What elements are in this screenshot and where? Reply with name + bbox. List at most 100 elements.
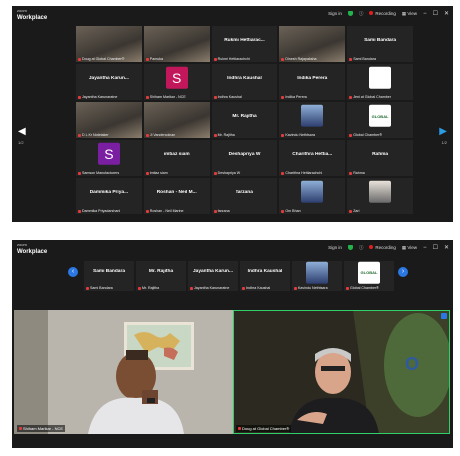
participant-name-label: Kavindu Nethtsara bbox=[281, 133, 315, 137]
view-button[interactable]: ▦ View bbox=[402, 11, 417, 17]
participant-tile[interactable]: Jayantha Karun... Jayantha Karunaratne bbox=[76, 64, 142, 100]
mic-muted-icon bbox=[78, 133, 81, 137]
video-options-icon[interactable] bbox=[441, 313, 447, 319]
view-button[interactable]: ▦ View bbox=[402, 245, 417, 251]
mic-muted-icon bbox=[78, 57, 81, 61]
minimize-button[interactable]: − bbox=[423, 11, 427, 17]
participant-tile[interactable]: Zari bbox=[347, 178, 413, 214]
participant-name-label: Ji Vandercoinan bbox=[145, 133, 175, 137]
next-page-arrow-icon[interactable]: ▶ bbox=[439, 126, 447, 137]
mic-muted-icon bbox=[349, 171, 353, 175]
security-shield-icon[interactable] bbox=[347, 11, 353, 16]
participant-tile[interactable]: GLOBAL Global Chamber® bbox=[344, 261, 394, 291]
participant-tile[interactable]: Om Bhan bbox=[279, 178, 346, 214]
security-shield-icon[interactable] bbox=[347, 245, 353, 250]
zoom-logo: zoom Workplace bbox=[17, 8, 48, 21]
participant-name-label: Charithra Hettiarachchi bbox=[281, 171, 322, 175]
participant-display-name: Jayantha Karun... bbox=[88, 75, 129, 81]
info-icon[interactable]: ⓘ bbox=[359, 245, 364, 251]
participant-tile[interactable]: Doug at Global Chamber® bbox=[76, 26, 142, 62]
participant-tile[interactable]: Indhra Kaushal Indhra Kaushal bbox=[240, 261, 290, 291]
maximize-button[interactable]: ☐ bbox=[433, 10, 438, 17]
participant-tile[interactable]: Mr. Rajitha Mr. Rajitha bbox=[136, 261, 186, 291]
participant-tile[interactable]: Dinesh Rajapaksha bbox=[279, 26, 346, 62]
mic-muted-icon bbox=[281, 133, 285, 137]
minimize-button[interactable]: − bbox=[423, 245, 427, 251]
recording-indicator[interactable]: Recording bbox=[369, 11, 396, 16]
participant-tile[interactable]: Rukmi Hettiarac... Rukmi Hettiarachchi bbox=[211, 26, 278, 62]
mic-muted-icon bbox=[145, 57, 149, 61]
recording-indicator[interactable]: Recording bbox=[369, 245, 396, 250]
sign-in-link[interactable]: Sign in bbox=[328, 245, 342, 250]
strip-previous-icon[interactable]: ‹ bbox=[68, 267, 78, 277]
mic-muted-icon bbox=[294, 286, 297, 290]
participant-tile[interactable]: Sami Bandara Sami Bandara bbox=[347, 26, 413, 62]
participant-tile[interactable]: Charithra Hettia... Charithra Hettiarachc… bbox=[279, 140, 346, 176]
participant-display-name: Rahma bbox=[372, 151, 389, 157]
speaker-view-window: zoom Workplace Sign in ⓘ Recording ▦ Vie… bbox=[12, 240, 453, 448]
mic-muted-icon bbox=[78, 95, 81, 99]
participant-tile[interactable]: Jeni at Global Chamber bbox=[347, 64, 413, 100]
participant-tile[interactable]: farzana farzana bbox=[211, 178, 278, 214]
info-icon[interactable]: ⓘ bbox=[359, 11, 364, 17]
mic-muted-icon bbox=[281, 57, 285, 61]
page-indicator-right: 1/2 bbox=[441, 140, 447, 145]
participant-name-label: Pamuka bbox=[145, 57, 163, 61]
participant-tile[interactable]: Ji Vandercoinan bbox=[143, 102, 210, 138]
participant-tile[interactable]: Kavindu Nethtsara bbox=[279, 102, 346, 138]
participant-name-label: Rukmi Hettiarachchi bbox=[213, 57, 250, 61]
participant-tile[interactable]: GLOBAL Global Chamber® bbox=[347, 102, 413, 138]
global-chamber-logo: GLOBAL bbox=[358, 261, 380, 284]
main-video-right[interactable]: O Doug at Global Chamber® bbox=[233, 310, 450, 434]
mic-muted-icon bbox=[190, 286, 193, 290]
strip-next-icon[interactable]: › bbox=[398, 267, 408, 277]
previous-page-arrow-icon[interactable]: ◀ bbox=[18, 126, 26, 137]
participant-name-label: Mr. Rajitha bbox=[213, 133, 235, 137]
mic-muted-icon bbox=[281, 95, 285, 99]
participant-tile[interactable]: Deshapriya W Deshapriya W bbox=[211, 140, 278, 176]
participant-name-label: D L Kr Notetaker bbox=[78, 133, 109, 137]
participant-display-name: imtiaz siam bbox=[163, 151, 190, 157]
participant-name-label: Sami Bandara bbox=[349, 57, 376, 61]
mic-muted-icon bbox=[238, 427, 241, 430]
participant-tile[interactable]: imtiaz siam imtiaz siam bbox=[143, 140, 210, 176]
title-bar: zoom Workplace Sign in ⓘ Recording ▦ Vie… bbox=[12, 240, 453, 257]
participant-tile[interactable]: Indhra Kaushal Indhra Kaushal bbox=[211, 64, 278, 100]
participant-tile[interactable]: Rahma Rahma bbox=[347, 140, 413, 176]
mic-muted-icon bbox=[19, 427, 22, 430]
participant-name-label: Samson Manufacturers bbox=[78, 171, 119, 175]
participant-tile[interactable]: Indika Perera Indika Perera bbox=[279, 64, 346, 100]
participant-tile[interactable]: S Shiham Marikar - NCE bbox=[143, 64, 210, 100]
participant-tile[interactable]: Kavindu Nethtsara bbox=[292, 261, 342, 291]
mic-muted-icon bbox=[78, 209, 81, 213]
mic-muted-icon bbox=[346, 286, 349, 290]
participant-tile[interactable]: Mr. Rajitha Mr. Rajitha bbox=[211, 102, 278, 138]
view-grid-icon: ▦ bbox=[401, 244, 407, 250]
participant-tile[interactable]: Sami Bandara Sami Bandara bbox=[84, 261, 134, 291]
global-chamber-logo bbox=[369, 66, 392, 89]
mic-muted-icon bbox=[86, 286, 89, 290]
mic-muted-icon bbox=[213, 57, 217, 61]
page-indicator-left: 1/2 bbox=[18, 140, 24, 145]
participant-name-label: Global Chamber® bbox=[349, 133, 382, 137]
participant-tile[interactable]: Dammika Priya... Dammika Priyadarshani bbox=[76, 178, 142, 214]
background-logo-mark: O bbox=[405, 354, 419, 374]
participant-name-label: Deshapriya W bbox=[213, 171, 240, 175]
avatar bbox=[369, 180, 392, 203]
mic-muted-icon bbox=[145, 209, 149, 213]
mic-muted-icon bbox=[349, 57, 353, 61]
title-bar: zoom Workplace Sign in ⓘ Recording ▦ Vie… bbox=[12, 6, 453, 23]
main-video-left[interactable]: Shiham Marikar - NCE bbox=[14, 310, 233, 434]
participant-tile[interactable]: D L Kr Notetaker bbox=[76, 102, 142, 138]
participant-name-label: Dammika Priyadarshani bbox=[78, 209, 120, 213]
participant-tile[interactable]: Jayantha Karun... Jayantha Karunaratne bbox=[188, 261, 238, 291]
maximize-button[interactable]: ☐ bbox=[433, 244, 438, 251]
close-button[interactable]: ✕ bbox=[444, 10, 449, 17]
close-button[interactable]: ✕ bbox=[444, 244, 449, 251]
participant-tile[interactable]: Roshan - Neil M... Roshan - Neil Marine bbox=[143, 178, 210, 214]
sign-in-link[interactable]: Sign in bbox=[328, 11, 342, 16]
participant-tile[interactable]: S Samson Manufacturers bbox=[76, 140, 142, 176]
avatar: S bbox=[97, 142, 120, 165]
participant-name-label: Global Chamber® bbox=[346, 286, 379, 290]
participant-tile[interactable]: Pamuka bbox=[143, 26, 210, 62]
